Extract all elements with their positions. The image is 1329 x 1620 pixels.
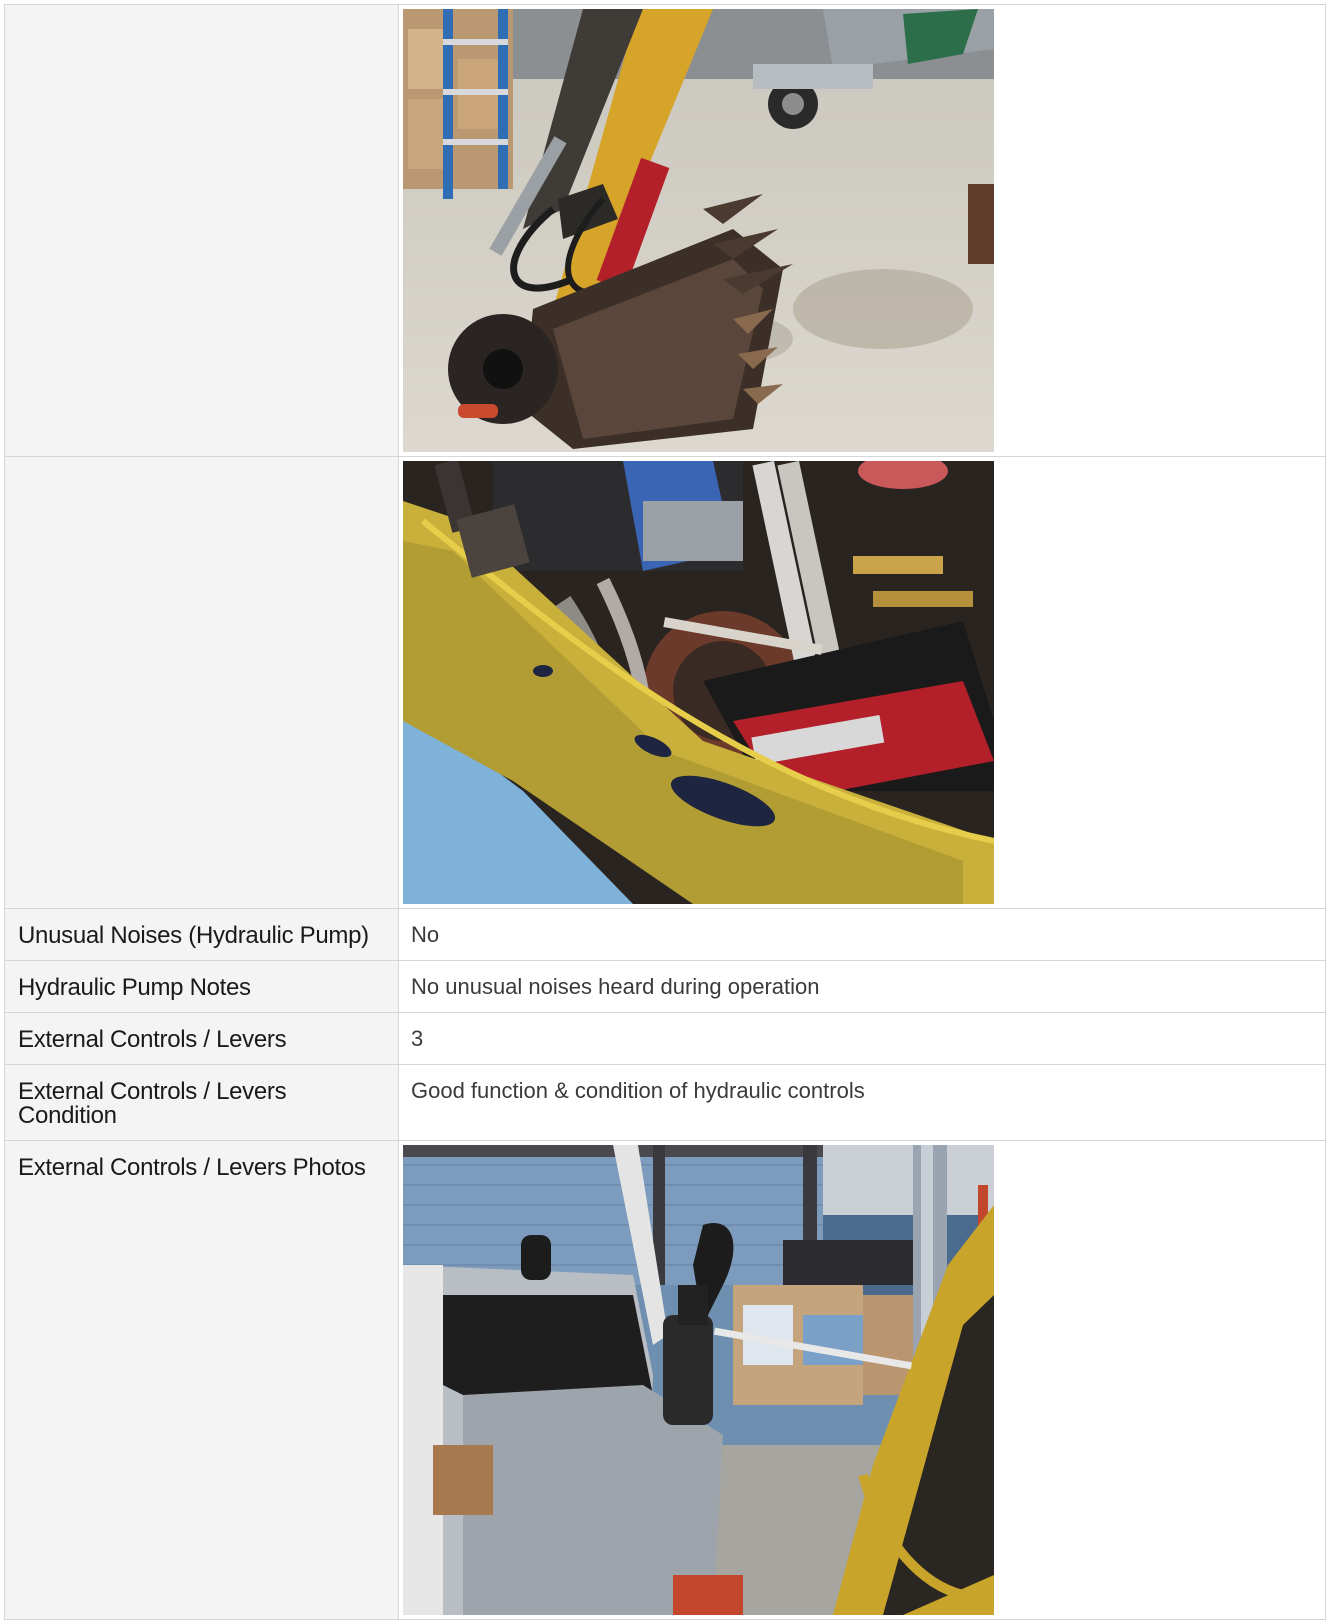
table-row: External Controls / Levers 3 bbox=[4, 1012, 1326, 1065]
table-row: Unusual Noises (Hydraulic Pump) No bbox=[4, 908, 1326, 961]
excavator-bucket-arm-photo[interactable] bbox=[403, 9, 994, 452]
controls-joystick-image bbox=[403, 1145, 994, 1615]
hydraulic-pump-notes-label: Hydraulic Pump Notes bbox=[18, 974, 251, 1001]
boom-hoses-image bbox=[403, 461, 994, 904]
table-row: External Controls / Levers Condition Goo… bbox=[4, 1064, 1326, 1141]
external-controls-photos-label: External Controls / Levers Photos bbox=[18, 1154, 366, 1181]
row-label-cell: Hydraulic Pump Notes bbox=[4, 960, 399, 1013]
external-controls-label: External Controls / Levers bbox=[18, 1026, 287, 1053]
external-controls-condition-label: External Controls / Levers Condition bbox=[18, 1078, 287, 1129]
row-label-cell: External Controls / Levers Condition bbox=[4, 1064, 399, 1141]
unusual-noises-label: Unusual Noises (Hydraulic Pump) bbox=[18, 922, 369, 949]
row-value-cell: 3 bbox=[398, 1012, 1326, 1065]
table-row bbox=[4, 4, 1326, 457]
row-value-cell bbox=[398, 1140, 1326, 1620]
row-value-cell: No unusual noises heard during operation bbox=[398, 960, 1326, 1013]
external-controls-value: 3 bbox=[411, 1026, 424, 1051]
row-label-cell: Unusual Noises (Hydraulic Pump) bbox=[4, 908, 399, 961]
row-label-cell bbox=[4, 4, 399, 457]
row-value-cell bbox=[398, 4, 1326, 457]
table-row bbox=[4, 456, 1326, 909]
boom-hydraulic-hoses-photo[interactable] bbox=[403, 461, 994, 904]
excavator-bucket-image bbox=[403, 9, 994, 452]
row-label-cell bbox=[4, 456, 399, 909]
operator-controls-joystick-photo[interactable] bbox=[403, 1145, 994, 1615]
row-value-cell: Good function & condition of hydraulic c… bbox=[398, 1064, 1326, 1141]
row-label-cell: External Controls / Levers bbox=[4, 1012, 399, 1065]
row-value-cell: No bbox=[398, 908, 1326, 961]
row-label bbox=[5, 457, 398, 484]
external-controls-condition-value: Good function & condition of hydraulic c… bbox=[411, 1078, 865, 1103]
row-label bbox=[5, 5, 398, 32]
table-row: External Controls / Levers Photos bbox=[4, 1140, 1326, 1620]
row-value-cell bbox=[398, 456, 1326, 909]
inspection-report-table: Unusual Noises (Hydraulic Pump) No Hydra… bbox=[4, 4, 1326, 1620]
table-row: Hydraulic Pump Notes No unusual noises h… bbox=[4, 960, 1326, 1013]
unusual-noises-value: No bbox=[411, 922, 440, 947]
row-label-cell: External Controls / Levers Photos bbox=[4, 1140, 399, 1620]
hydraulic-pump-notes-value: No unusual noises heard during operation bbox=[411, 974, 820, 999]
